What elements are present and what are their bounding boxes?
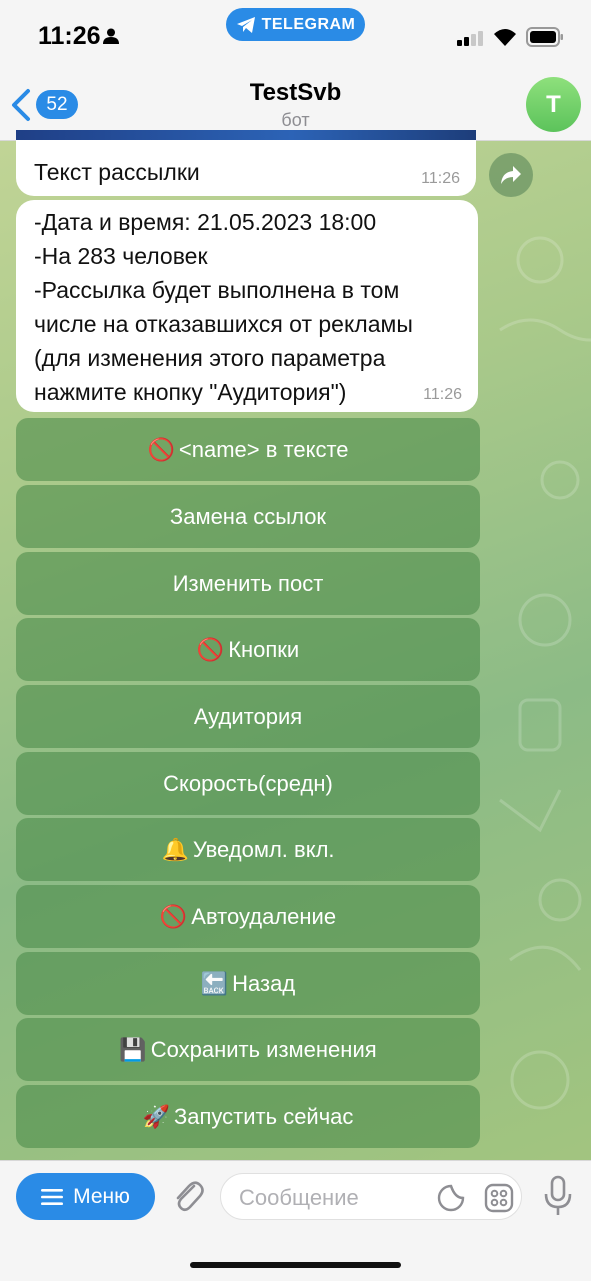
button-label: Уведомл. вкл.: [192, 836, 335, 862]
battery-icon: [526, 27, 563, 47]
back-arrow-icon: 🔙: [200, 970, 229, 996]
message-time: 11:26: [421, 170, 460, 187]
button-label: Изменить пост: [172, 570, 324, 596]
bell-icon: 🔔: [161, 836, 189, 862]
floppy-disk-icon: 💾: [119, 1036, 147, 1062]
message-text: Текст рассылки: [34, 159, 200, 185]
rocket-icon: 🚀: [142, 1103, 170, 1129]
bot-menu-button[interactable]: Меню: [16, 1173, 155, 1220]
sticker-icon[interactable]: [437, 1184, 465, 1212]
back-button[interactable]: 🔙 Назад: [16, 952, 480, 1015]
button-label: Кнопки: [228, 636, 300, 662]
status-time: 11:26: [38, 22, 101, 50]
status-bar: 11:26 TELEGRAM: [0, 0, 591, 70]
chat-subtitle: бот: [281, 110, 310, 130]
bot-commands-icon[interactable]: [484, 1183, 514, 1213]
mic-icon[interactable]: [543, 1175, 573, 1217]
button-label: <name> в тексте: [178, 436, 349, 462]
message-line: -Рассылка будет выполнена в том: [34, 277, 400, 303]
message-line: числе на отказавшихся от рекламы: [34, 311, 413, 337]
launch-now-button[interactable]: 🚀 Запустить сейчас: [16, 1085, 480, 1148]
message-time: 11:26: [423, 386, 462, 403]
button-label: Запустить сейчас: [173, 1103, 354, 1129]
message-field[interactable]: [220, 1173, 522, 1220]
attach-icon[interactable]: [172, 1176, 204, 1216]
prohibited-icon: 🚫: [147, 436, 175, 462]
telegram-icon: [236, 16, 255, 33]
button-label: Назад: [232, 970, 296, 996]
wifi-icon: [494, 29, 516, 46]
button-label: Автоудаление: [191, 903, 337, 929]
return-to-telegram-pill[interactable]: TELEGRAM: [226, 8, 365, 41]
notifications-button[interactable]: 🔔 Уведомл. вкл.: [16, 818, 480, 881]
hamburger-icon: [41, 1188, 64, 1205]
home-indicator: [190, 1262, 401, 1268]
button-label: Скорость(средн): [163, 770, 333, 796]
share-icon: [501, 166, 521, 184]
return-to-app-label: TELEGRAM: [261, 15, 356, 33]
avatar[interactable]: T: [526, 77, 581, 132]
share-button[interactable]: [489, 153, 533, 197]
media-preview[interactable]: [16, 130, 476, 140]
signal-icon: [457, 31, 483, 46]
buttons-button[interactable]: 🚫 Кнопки: [16, 618, 480, 681]
button-label: Аудитория: [193, 703, 303, 729]
name-in-text-button[interactable]: 🚫 <name> в тексте: [16, 418, 480, 481]
audience-button[interactable]: Аудитория: [16, 685, 480, 748]
auto-delete-button[interactable]: 🚫 Автоудаление: [16, 885, 480, 948]
edit-post-button[interactable]: Изменить пост: [16, 552, 480, 615]
message-line: нажмите кнопку "Аудитория"): [34, 379, 347, 405]
chat-title[interactable]: TestSvb: [0, 79, 591, 107]
person-icon: [103, 28, 119, 44]
save-changes-button[interactable]: 💾 Сохранить изменения: [16, 1018, 480, 1081]
message-bubble[interactable]: -Дата и время: 21.05.2023 18:00 -На 283 …: [16, 200, 478, 412]
message-line: -Дата и время: 21.05.2023 18:00: [34, 209, 377, 235]
prohibited-icon: 🚫: [159, 903, 188, 929]
prohibited-icon: 🚫: [196, 636, 225, 662]
button-label: Замена ссылок: [169, 503, 327, 529]
message-bubble[interactable]: Текст рассылки 11:26: [16, 130, 476, 196]
replace-links-button[interactable]: Замена ссылок: [16, 485, 480, 548]
button-label: Сохранить изменения: [150, 1036, 377, 1062]
message-line: (для изменения этого параметра: [34, 345, 386, 371]
speed-button[interactable]: Скорость(средн): [16, 752, 480, 815]
message-input[interactable]: [237, 1182, 431, 1214]
menu-label: Меню: [73, 1184, 130, 1208]
message-line: -На 283 человек: [34, 243, 208, 269]
